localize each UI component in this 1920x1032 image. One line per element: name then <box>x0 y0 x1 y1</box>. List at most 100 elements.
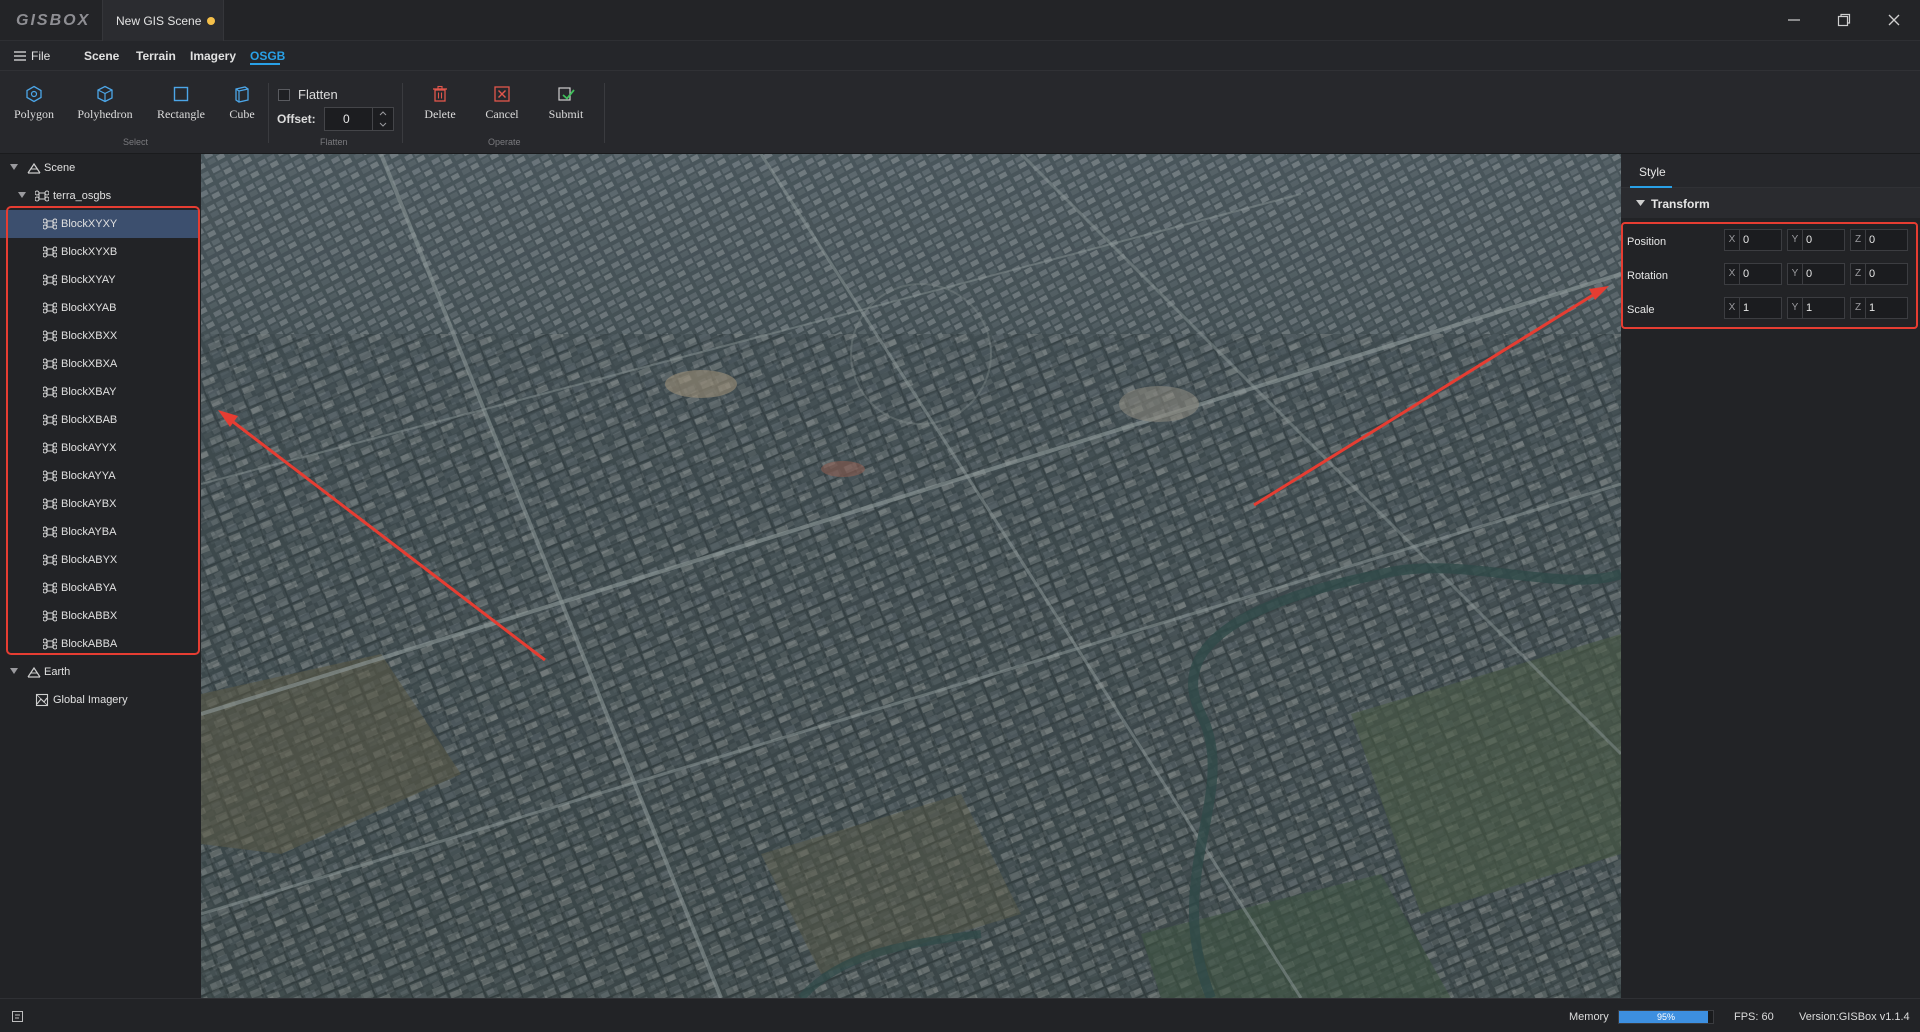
tree-node-block[interactable]: BlockAYYA <box>0 462 200 490</box>
cancel-button[interactable]: Cancel <box>482 85 522 135</box>
map-viewport[interactable] <box>201 154 1621 998</box>
delete-button[interactable]: Delete <box>420 85 460 135</box>
position-x-input[interactable] <box>1743 232 1779 248</box>
cancel-icon <box>494 86 510 102</box>
tree-node-label: BlockXYAB <box>61 302 117 314</box>
axis-x-label: X <box>1725 298 1740 318</box>
tree-node-block[interactable]: BlockXYXB <box>0 238 200 266</box>
block-icon <box>43 246 57 258</box>
tree-node-block[interactable]: BlockABBX <box>0 602 200 630</box>
caret-down-icon <box>18 192 26 198</box>
tree-node-block[interactable]: BlockXBXA <box>0 350 200 378</box>
scale-z-field[interactable]: Z <box>1850 297 1908 319</box>
minimize-button[interactable] <box>1774 6 1814 34</box>
properties-tabbar: Style <box>1621 154 1920 188</box>
tree-node-block[interactable]: BlockAYBA <box>0 518 200 546</box>
tree-node-label: terra_osgbs <box>53 190 112 202</box>
tree-node-imagery[interactable]: Global Imagery <box>0 686 200 714</box>
block-icon <box>43 274 57 286</box>
minimize-icon <box>1788 19 1800 21</box>
chevron-up-icon <box>379 111 387 116</box>
menu-scene[interactable]: Scene <box>84 49 119 63</box>
tree-node-block[interactable]: BlockXBXX <box>0 322 200 350</box>
block-icon <box>43 302 57 314</box>
tree-node-label: BlockXYAY <box>61 274 116 286</box>
cube-icon <box>235 86 249 103</box>
axis-y-label: Y <box>1788 264 1803 284</box>
position-z-field[interactable]: Z <box>1850 229 1908 251</box>
axis-x-label: X <box>1725 230 1740 250</box>
scale-x-field[interactable]: X <box>1724 297 1782 319</box>
block-icon <box>43 442 57 454</box>
caret-down-icon <box>10 164 18 170</box>
memory-value: 95% <box>1656 1012 1675 1022</box>
tree-node-block[interactable]: BlockABBA <box>0 630 200 658</box>
tree-node-block[interactable]: BlockXYXY <box>0 210 200 238</box>
close-button[interactable] <box>1874 6 1914 34</box>
cube-button[interactable]: Cube <box>226 85 258 135</box>
scale-y-field[interactable]: Y <box>1787 297 1845 319</box>
menu-terrain[interactable]: Terrain <box>136 49 176 63</box>
restore-button[interactable] <box>1824 6 1864 34</box>
rotation-y-input[interactable] <box>1806 266 1842 282</box>
rotation-y-field[interactable]: Y <box>1787 263 1845 285</box>
tree-node-block[interactable]: BlockXBAY <box>0 378 200 406</box>
position-z-input[interactable] <box>1869 232 1905 248</box>
app-logo: GISBOX <box>16 12 91 29</box>
menu-bar: File Scene Terrain Imagery OSGB <box>0 41 1920 71</box>
position-y-field[interactable]: Y <box>1787 229 1845 251</box>
menu-osgb[interactable]: OSGB <box>250 49 285 63</box>
tree-node-block[interactable]: BlockAYBX <box>0 490 200 518</box>
ribbon-separator <box>604 83 605 143</box>
tree-node-block[interactable]: BlockABYA <box>0 574 200 602</box>
rotation-x-input[interactable] <box>1743 266 1779 282</box>
tree-node-label: Scene <box>44 162 76 174</box>
chevron-down-icon <box>379 122 387 127</box>
polyhedron-button[interactable]: Polyhedron <box>76 85 134 135</box>
tree-node-block[interactable]: BlockAYYX <box>0 434 200 462</box>
block-icon <box>43 638 57 650</box>
position-y-input[interactable] <box>1806 232 1842 248</box>
tree-node-label: BlockXBAB <box>61 414 118 426</box>
rotation-x-field[interactable]: X <box>1724 263 1782 285</box>
tree-node-block[interactable]: BlockABYX <box>0 546 200 574</box>
flatten-checkbox[interactable] <box>278 89 290 101</box>
menu-imagery[interactable]: Imagery <box>190 49 236 63</box>
scale-x-input[interactable] <box>1743 300 1779 316</box>
block-icon <box>43 358 57 370</box>
position-x-field[interactable]: X <box>1724 229 1782 251</box>
scene-icon <box>27 162 41 174</box>
scale-z-input[interactable] <box>1869 300 1905 316</box>
tree-node-block[interactable]: BlockXYAB <box>0 294 200 322</box>
tree-node-block[interactable]: BlockXYAY <box>0 266 200 294</box>
document-tab[interactable]: New GIS Scene <box>102 0 224 41</box>
close-icon <box>1888 14 1900 26</box>
axis-y-label: Y <box>1788 230 1803 250</box>
rotation-z-field[interactable]: Z <box>1850 263 1908 285</box>
flatten-group-label: Flatten <box>320 137 348 147</box>
document-tab-label: New GIS Scene <box>116 14 202 28</box>
title-bar: GISBOX New GIS Scene <box>0 0 1920 41</box>
tree-node-scene[interactable]: Scene <box>0 154 200 182</box>
transform-section-header[interactable]: Transform <box>1621 188 1920 218</box>
rectangle-button[interactable]: Rectangle <box>154 85 208 135</box>
version-label: Version:GISBox v1.1.4 <box>1799 1011 1910 1023</box>
rotation-z-input[interactable] <box>1869 266 1905 282</box>
polyhedron-icon <box>97 85 113 103</box>
tree-node-earth[interactable]: Earth <box>0 658 200 686</box>
log-icon[interactable] <box>12 1011 23 1022</box>
flatten-checkbox-label: Flatten <box>298 87 338 102</box>
offset-increment-button[interactable] <box>372 108 392 119</box>
tree-node-label: BlockABYX <box>61 554 118 566</box>
tree-node-block[interactable]: BlockXBAB <box>0 406 200 434</box>
polygon-button[interactable]: Polygon <box>12 85 56 135</box>
submit-button[interactable]: Submit <box>545 85 587 135</box>
offset-label: Offset: <box>277 112 316 126</box>
scale-y-input[interactable] <box>1806 300 1842 316</box>
tree-node-label: BlockAYBA <box>61 526 117 538</box>
offset-decrement-button[interactable] <box>372 119 392 130</box>
tab-style-label: Style <box>1639 165 1666 179</box>
scale-row: Scale X Y Z <box>1621 293 1920 327</box>
tree-node-layer[interactable]: terra_osgbs <box>0 182 200 210</box>
tab-style[interactable]: Style <box>1630 154 1672 188</box>
